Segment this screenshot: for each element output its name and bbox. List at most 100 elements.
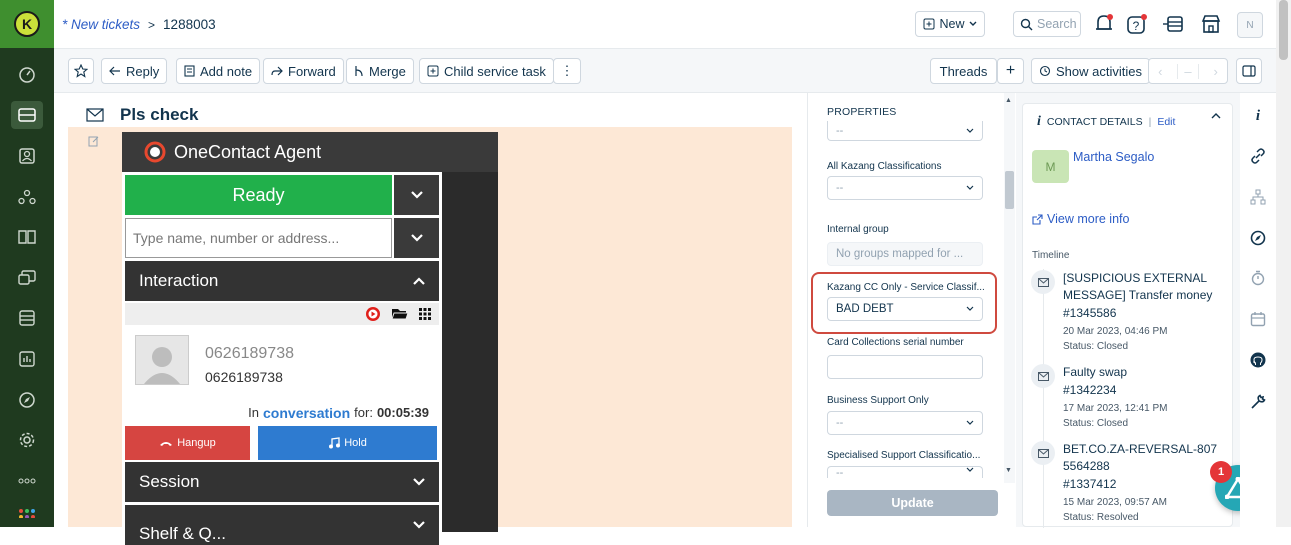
ticket-list-icon[interactable]: – [1176, 63, 1200, 79]
mail-icon [1031, 364, 1055, 388]
scroll-up-icon[interactable]: ▲ [1005, 97, 1012, 104]
compass-icon[interactable] [1249, 229, 1267, 247]
reports-icon[interactable] [11, 345, 43, 373]
dial-input[interactable]: Type name, number or address... [125, 218, 392, 258]
calendar-icon[interactable] [1249, 310, 1267, 328]
groups-icon[interactable] [11, 183, 43, 211]
timeline-title[interactable]: BET.CO.ZA-REVERSAL-8075564288 [1063, 441, 1223, 475]
update-footer: Update [808, 478, 1008, 527]
add-thread-button[interactable]: + [997, 58, 1024, 84]
page-scrollbar[interactable] [1276, 0, 1291, 527]
update-button[interactable]: Update [827, 490, 998, 516]
app-sidebar: K [0, 0, 54, 527]
caller-number: 0626189738 [205, 369, 283, 385]
prev-ticket-icon[interactable]: ‹ [1149, 64, 1172, 79]
breadcrumb-new-tickets[interactable]: * New tickets [62, 17, 140, 32]
business-support-label: Business Support Only [827, 395, 929, 406]
marketplace-icon[interactable] [1200, 13, 1222, 35]
admin-settings-icon[interactable] [11, 426, 43, 454]
edit-note-icon[interactable] [88, 135, 100, 147]
chevron-down-icon [966, 467, 974, 472]
info-panel-icon[interactable]: i [1249, 107, 1267, 125]
chevron-up-icon [413, 277, 425, 285]
assets-icon[interactable] [11, 304, 43, 332]
contacts-icon[interactable] [11, 142, 43, 170]
hierarchy-icon[interactable] [1249, 188, 1267, 206]
link-icon[interactable] [1249, 147, 1267, 165]
agent-body: Ready Type name, number or address... In… [122, 172, 442, 545]
conv-word-text: conversation [263, 405, 351, 421]
more-apps-icon[interactable] [11, 467, 43, 495]
all-kazang-select[interactable]: -- [827, 176, 983, 200]
timeline-title[interactable]: Faulty swap [1063, 364, 1223, 381]
view-more-info-link[interactable]: View more info [1032, 212, 1129, 226]
dashboard-icon[interactable] [11, 61, 43, 89]
timeline-title[interactable]: [SUSPICIOUS EXTERNAL MESSAGE] Transfer m… [1063, 270, 1223, 304]
dial-dropdown[interactable] [394, 218, 439, 258]
business-support-select[interactable]: -- [827, 411, 983, 435]
note-icon [184, 65, 195, 77]
external-link-icon [1032, 213, 1043, 225]
merge-icon [355, 66, 363, 77]
next-ticket-icon[interactable]: › [1204, 64, 1227, 79]
card-serial-input[interactable] [827, 355, 983, 379]
timer-icon[interactable] [1249, 269, 1267, 287]
breadcrumb-separator: > [148, 17, 156, 32]
edit-contact-link[interactable]: Edit [1157, 116, 1175, 128]
solutions-icon[interactable] [11, 223, 43, 251]
session-header[interactable]: Session [125, 462, 439, 502]
star-button[interactable] [68, 58, 94, 84]
interaction-header[interactable]: Interaction [125, 261, 439, 301]
scroll-thumb[interactable] [1005, 171, 1014, 209]
caller-number-large: 0626189738 [205, 345, 294, 362]
specialised-label: Specialised Support Classificatio... [827, 450, 981, 461]
show-activities-button[interactable]: Show activities [1031, 58, 1150, 84]
next-section-header[interactable]: Shelf & Q... [125, 505, 439, 545]
properties-scrollbar[interactable]: ▲ ▼ [1004, 93, 1015, 483]
help-icon[interactable]: ? [1126, 13, 1148, 35]
app-logo[interactable]: K [0, 0, 54, 48]
wrench-icon[interactable] [1249, 393, 1267, 411]
scroll-down-icon[interactable]: ▼ [1005, 467, 1012, 474]
keypad-icon [419, 308, 431, 320]
user-avatar[interactable]: N [1237, 12, 1263, 38]
status-row: Ready [125, 175, 439, 215]
kazang-cc-select[interactable]: BAD DEBT [827, 297, 983, 321]
search-icon [1020, 18, 1033, 30]
forums-icon[interactable] [11, 264, 43, 292]
switch-product-icon[interactable] [1162, 14, 1186, 34]
child-service-task-button[interactable]: Child service task [419, 58, 554, 84]
hangup-button[interactable]: Hangup [125, 426, 250, 460]
github-icon[interactable] [1249, 351, 1267, 369]
caller-avatar-icon [135, 335, 189, 385]
kazang-cc-label: Kazang CC Only - Service Classif... [827, 282, 985, 293]
merge-button[interactable]: Merge [346, 58, 414, 84]
ready-status-button[interactable]: Ready [125, 175, 392, 215]
timeline-meta: 20 Mar 2023, 04:46 PM Status: Closed [1063, 324, 1223, 354]
add-note-button[interactable]: Add note [176, 58, 261, 84]
add-note-label: Add note [200, 63, 253, 79]
hold-button[interactable]: Hold [258, 426, 437, 460]
notifications-bell-icon[interactable] [1094, 13, 1114, 35]
tickets-icon[interactable] [11, 101, 43, 129]
threads-button[interactable]: Threads [930, 58, 997, 84]
logo-icon: K [14, 11, 40, 37]
reply-button[interactable]: Reply [101, 58, 168, 84]
page-scroll-thumb[interactable] [1279, 0, 1288, 60]
collapse-chevron-up-icon[interactable] [1211, 113, 1221, 119]
new-button[interactable]: New [915, 11, 985, 37]
contact-name-link[interactable]: Martha Segalo [1073, 150, 1154, 164]
all-kazang-value: -- [836, 182, 844, 194]
dial-row: Type name, number or address... [125, 218, 439, 258]
child-task-label: Child service task [444, 63, 546, 79]
apps-grid-icon[interactable] [11, 508, 43, 527]
discover-icon[interactable] [11, 386, 43, 414]
contact-heading: CONTACT DETAILS [1046, 116, 1143, 128]
toggle-panel-button[interactable] [1236, 58, 1262, 84]
top-property-select[interactable]: -- [827, 121, 983, 141]
search-box[interactable]: Search [1013, 11, 1081, 37]
status-dropdown[interactable] [394, 175, 439, 215]
forward-button[interactable]: Forward [263, 58, 344, 84]
more-actions-button[interactable]: ⋮ [553, 58, 581, 84]
hold-label: Hold [344, 437, 367, 449]
